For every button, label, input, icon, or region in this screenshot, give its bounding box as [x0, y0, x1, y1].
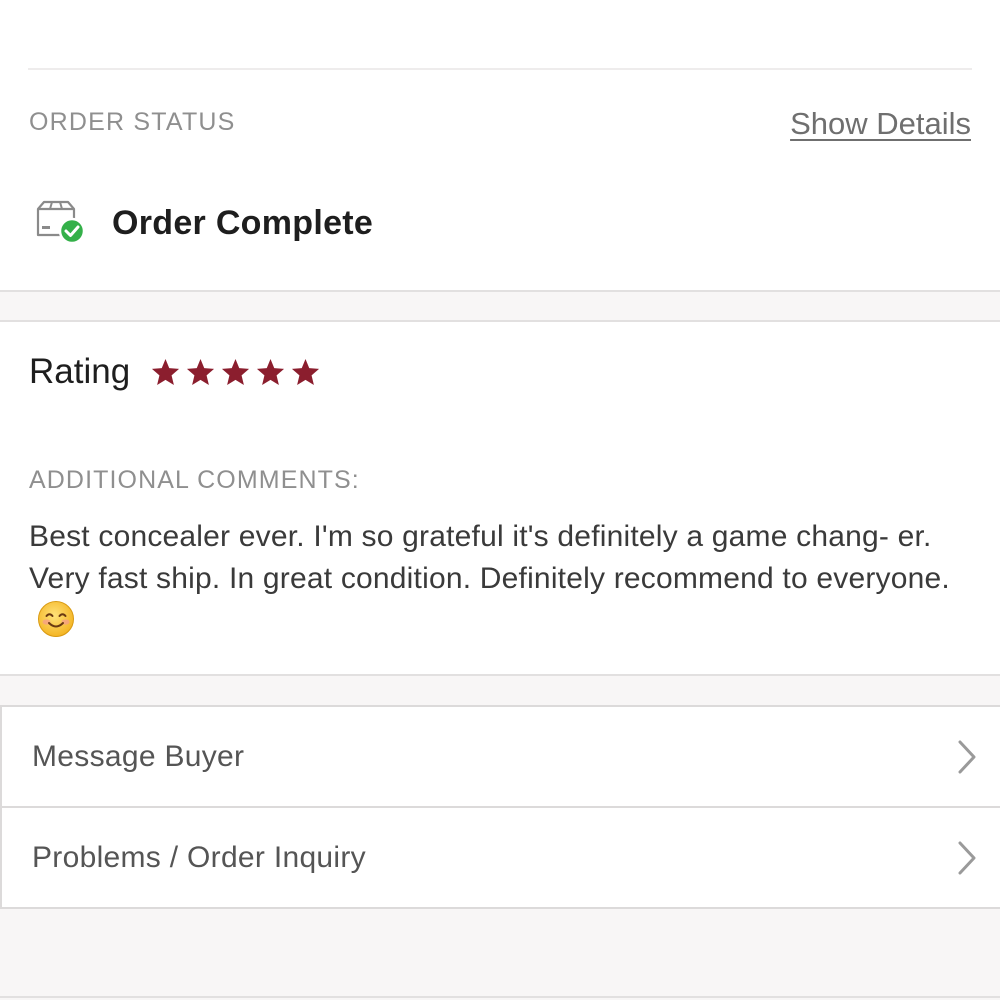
chevron-right-icon — [958, 841, 976, 874]
order-status-text: Order Complete — [112, 203, 374, 242]
chevron-right-icon — [958, 740, 976, 773]
action-list: Message Buyer Problems / Order Inquiry — [0, 705, 1000, 909]
package-check-icon — [36, 200, 86, 245]
show-details-link[interactable]: Show Details — [790, 106, 971, 142]
additional-comments-label: ADDITIONAL COMMENTS: — [29, 466, 360, 494]
order-inquiry-label: Problems / Order Inquiry — [32, 840, 366, 874]
order-inquiry-row[interactable]: Problems / Order Inquiry — [2, 806, 1000, 907]
order-status-label: ORDER STATUS — [29, 108, 236, 136]
order-status-row: Order Complete — [34, 198, 373, 248]
rating-row: Rating — [29, 352, 321, 392]
rating-card: Rating ADDITIONAL COMMENTS: Best conceal… — [0, 320, 1000, 676]
star-icon — [187, 358, 215, 385]
comment-body: Best concealer ever. I'm so grateful it'… — [29, 516, 969, 642]
star-icon — [257, 358, 285, 385]
divider — [0, 996, 1000, 998]
rating-label: Rating — [29, 352, 131, 391]
comment-text: Best concealer ever. I'm so grateful it'… — [29, 520, 950, 595]
message-buyer-label: Message Buyer — [32, 739, 245, 773]
star-icon — [292, 358, 320, 385]
order-status-card: ORDER STATUS Show Details Order Complete — [0, 0, 1000, 292]
star-icon — [152, 358, 180, 385]
smiling-face-icon — [38, 601, 74, 637]
star-icon — [222, 358, 250, 385]
star-rating — [150, 357, 321, 388]
order-detail-page: ORDER STATUS Show Details Order Complete… — [0, 0, 1000, 1000]
message-buyer-row[interactable]: Message Buyer — [2, 707, 1000, 806]
divider — [28, 68, 972, 70]
